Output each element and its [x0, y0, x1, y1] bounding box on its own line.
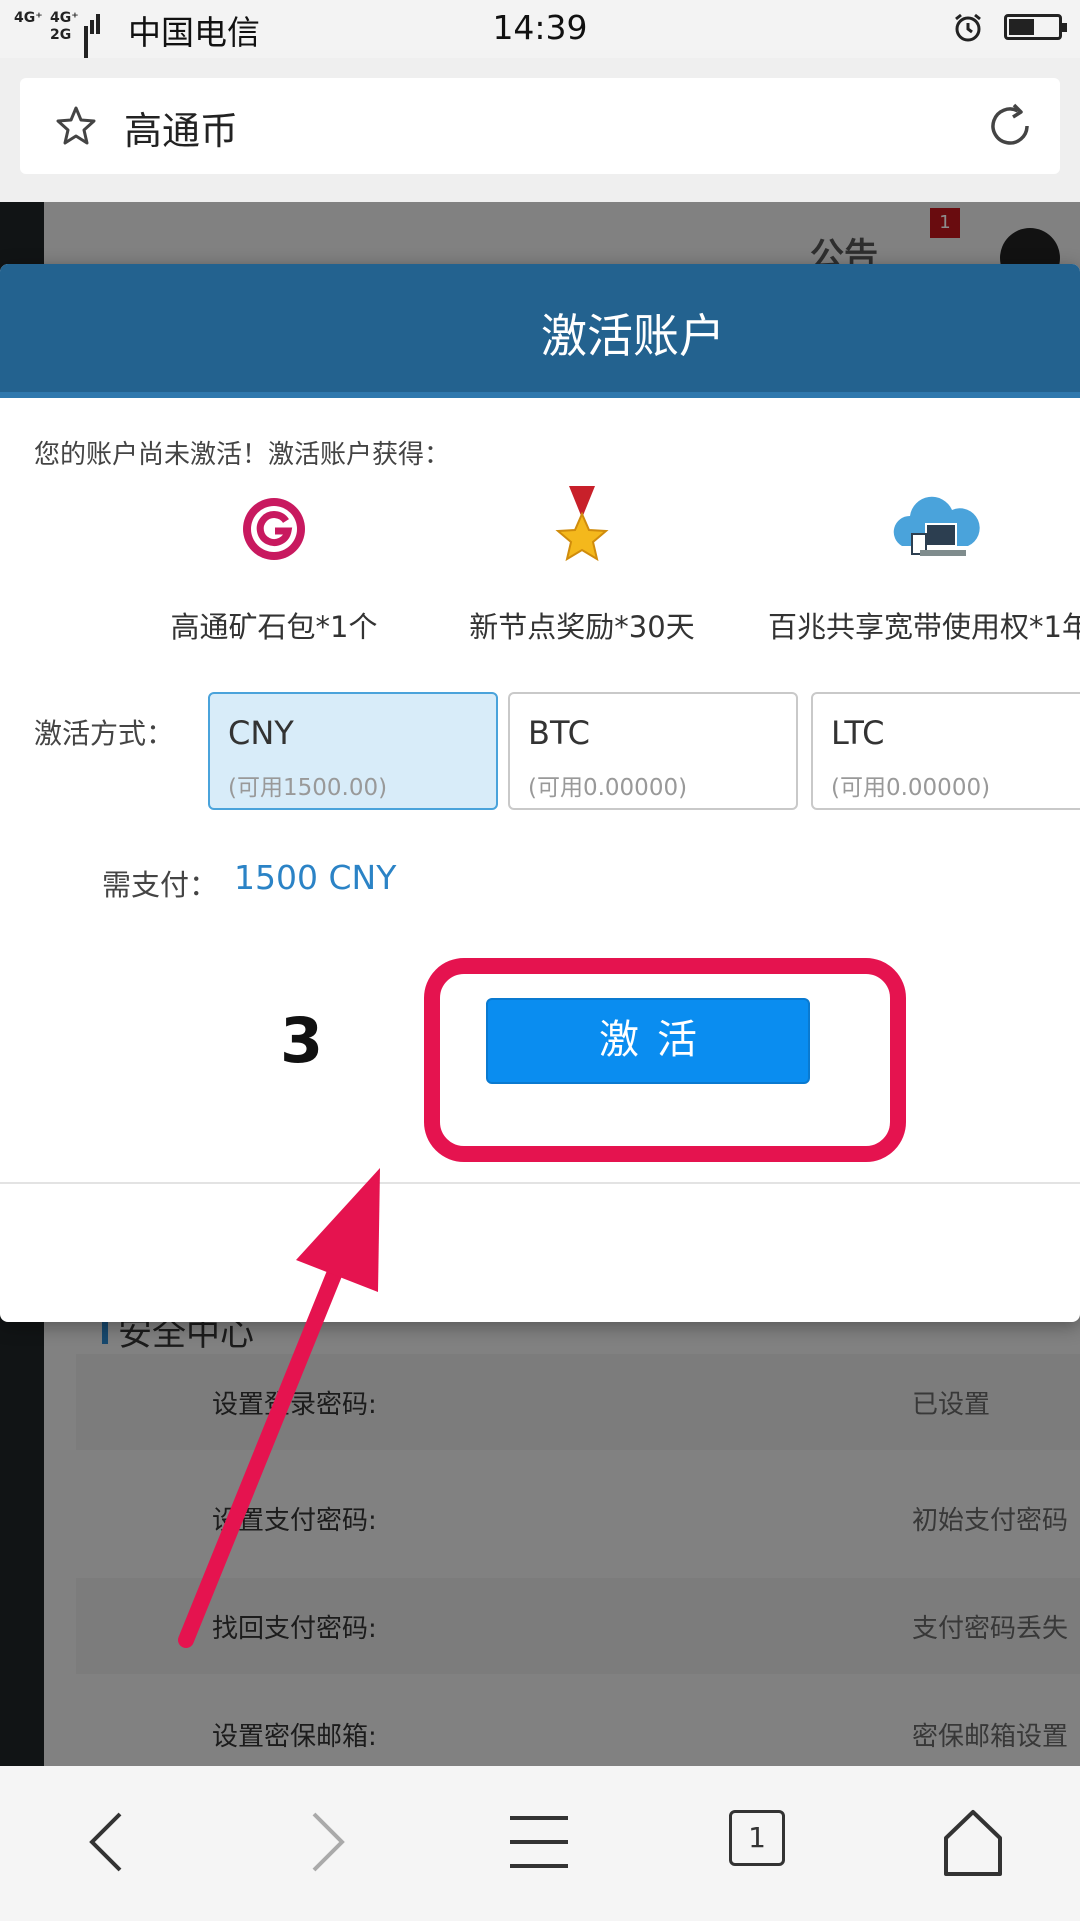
menu-icon[interactable] — [494, 1802, 584, 1882]
method-code: CNY — [228, 714, 294, 752]
medal-star-icon — [555, 486, 609, 562]
status-bar: 4G⁺ 4G⁺ 2G 中国电信 14:39 — [0, 0, 1080, 60]
address-bar[interactable]: 高通币 — [20, 78, 1060, 174]
tabs-button[interactable]: 1 — [712, 1802, 802, 1882]
reload-icon[interactable] — [984, 100, 1036, 152]
method-code: BTC — [528, 714, 590, 752]
forward-icon[interactable] — [280, 1802, 370, 1882]
method-available: (可用1500.00) — [228, 775, 388, 801]
reward-ore-pack: 高通矿石包*1个 — [140, 484, 408, 704]
reward-label: 百兆共享宽带使用权*1年 — [768, 610, 1080, 644]
dialog-intro: 您的账户尚未激活！激活账户获得： — [34, 440, 451, 470]
cloud-devices-icon — [893, 496, 980, 556]
dialog-header: 激活账户 — [0, 264, 1080, 398]
method-code: LTC — [831, 714, 885, 752]
bookmark-star-icon[interactable] — [54, 104, 98, 148]
tab-count: 1 — [729, 1810, 785, 1866]
reward-bandwidth: 百兆共享宽带使用权*1年 — [740, 484, 1080, 704]
method-option-cny[interactable]: CNY (可用1500.00) — [208, 692, 498, 810]
method-option-btc[interactable]: BTC (可用0.00000) — [508, 692, 798, 810]
dialog-title: 激活账户 — [541, 309, 725, 363]
browser-toolbar: 高通币 — [0, 58, 1080, 202]
dialog-divider — [0, 1182, 1080, 1184]
method-label: 激活方式： — [34, 717, 175, 750]
back-icon[interactable] — [64, 1802, 154, 1882]
method-available: (可用0.00000) — [528, 775, 688, 801]
alarm-icon — [955, 13, 981, 42]
reward-label: 新节点奖励*30天 — [469, 610, 695, 644]
battery-icon — [1004, 14, 1067, 40]
clock: 14:39 — [492, 8, 588, 47]
highlight-box — [424, 958, 906, 1162]
home-icon[interactable] — [928, 1802, 1018, 1882]
reward-label: 高通矿石包*1个 — [170, 610, 378, 644]
method-option-ltc[interactable]: LTC (可用0.00000) — [811, 692, 1080, 810]
pay-label: 需支付： — [102, 868, 219, 902]
page-title: 高通币 — [124, 109, 239, 153]
method-available: (可用0.00000) — [831, 775, 991, 801]
reward-node-bonus: 新节点奖励*30天 — [440, 484, 724, 704]
pay-amount: 1500 CNY — [234, 858, 397, 897]
g-coin-icon — [243, 498, 305, 560]
step-number: 3 — [280, 1004, 324, 1077]
activate-account-dialog: 激活账户 您的账户尚未激活！激活账户获得： 高通矿石包*1个 新节点奖励*30天… — [0, 264, 1080, 1322]
browser-bottom-bar: 1 — [0, 1766, 1080, 1921]
